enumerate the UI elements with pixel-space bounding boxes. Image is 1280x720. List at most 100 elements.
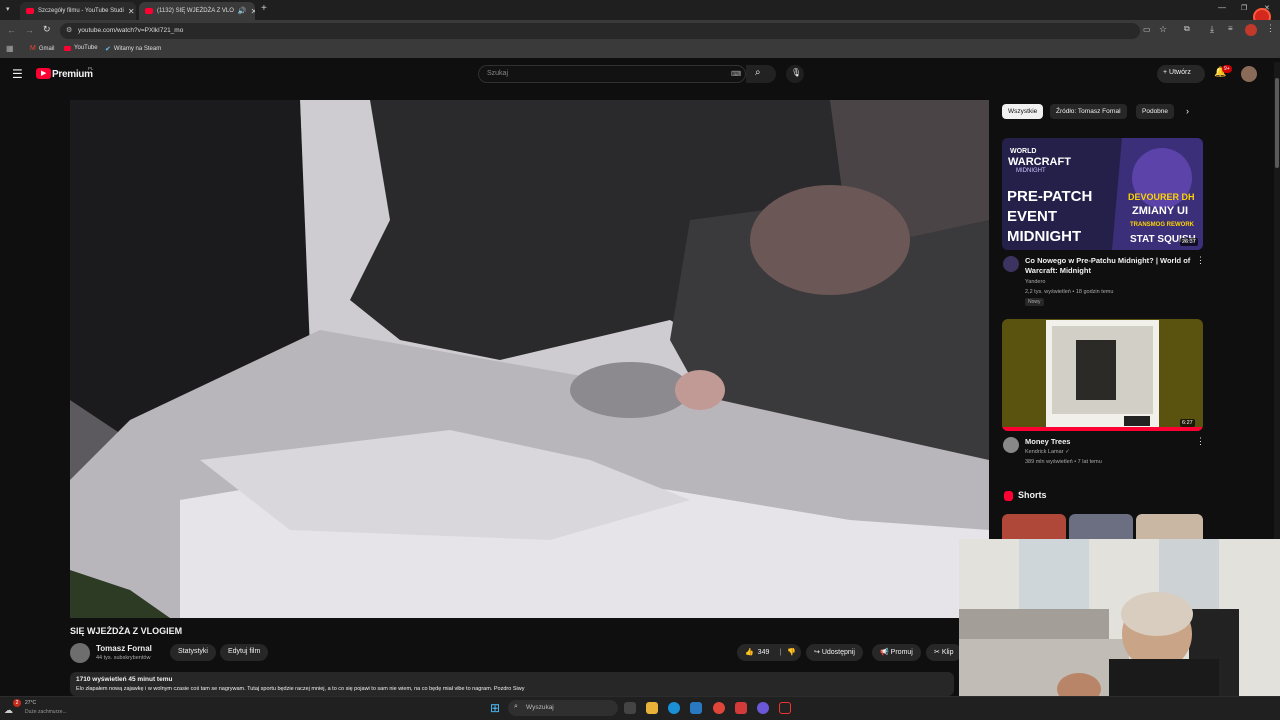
recommendation-meta: 2,2 tys. wyświetleń • 18 godzin temu bbox=[1025, 289, 1114, 295]
recommendation-channel[interactable]: Yandero bbox=[1025, 277, 1045, 287]
file-explorer-icon[interactable] bbox=[646, 702, 658, 714]
channel-avatar[interactable] bbox=[1003, 437, 1019, 453]
bookmark-label: YouTube bbox=[74, 45, 98, 51]
tab-close-icon[interactable]: ✕ bbox=[251, 7, 255, 16]
history-icon[interactable]: ≡ bbox=[1228, 24, 1233, 33]
chrome-icon[interactable] bbox=[713, 702, 725, 714]
recommendation-title[interactable]: Co Nowego w Pre-Patchu Midnight? | World… bbox=[1025, 256, 1193, 276]
bookmark-gmail[interactable]: M Gmail bbox=[30, 45, 55, 52]
description-box[interactable]: 1710 wyświetleń 45 minut temu Elo złapał… bbox=[70, 672, 954, 696]
scrollbar-thumb[interactable] bbox=[1275, 78, 1279, 168]
task-view-icon[interactable] bbox=[624, 702, 636, 714]
edge-icon[interactable] bbox=[668, 702, 680, 714]
speaker-icon[interactable]: 🔊 bbox=[238, 7, 247, 15]
share-label: Udostępnij bbox=[821, 649, 855, 656]
channel-avatar[interactable] bbox=[1003, 256, 1019, 272]
more-options-icon[interactable]: ⋮ bbox=[1196, 255, 1205, 266]
tab-video[interactable]: (1132) SIĘ WJEŻDŻA Z VLO 🔊 ✕ bbox=[139, 2, 255, 20]
profile-avatar-icon[interactable] bbox=[1245, 24, 1257, 36]
recommendation-title[interactable]: Money Trees bbox=[1025, 437, 1193, 447]
apps-grid-icon[interactable]: ▦ bbox=[6, 44, 14, 53]
cast-icon[interactable]: ▭ bbox=[1143, 25, 1151, 34]
youtube-favicon-icon bbox=[26, 8, 34, 14]
edit-video-button[interactable]: Edytuj film bbox=[220, 644, 269, 661]
thumb-text-world: WORLD bbox=[1010, 148, 1037, 155]
youtube-logo-icon[interactable]: ▶ bbox=[36, 68, 51, 79]
weather-temp: 27°C bbox=[25, 700, 37, 706]
bookmark-youtube[interactable]: YouTube bbox=[64, 45, 98, 51]
new-badge: Nowy bbox=[1025, 298, 1044, 306]
discord-icon[interactable] bbox=[757, 702, 769, 714]
search-button[interactable]: ⌕ bbox=[746, 65, 776, 83]
restore-icon[interactable]: ❐ bbox=[1241, 4, 1247, 12]
youtube-icon bbox=[64, 45, 71, 51]
bookmark-star-icon[interactable]: ☆ bbox=[1159, 24, 1167, 35]
voice-search-button[interactable]: 🎙 bbox=[786, 65, 804, 83]
bookmark-label: Witamy na Steam bbox=[113, 46, 162, 52]
weather-description: Duże zachmurze... bbox=[25, 709, 67, 715]
more-options-icon[interactable]: ⋮ bbox=[1196, 436, 1205, 447]
minimize-icon[interactable]: — bbox=[1218, 3, 1226, 12]
reload-icon[interactable]: ↻ bbox=[43, 24, 51, 35]
recommendation-channel[interactable]: Kendrick Lamar ✓ bbox=[1025, 447, 1070, 457]
extensions-icon[interactable]: ⧉ bbox=[1184, 24, 1190, 34]
recommendation-thumbnail[interactable]: WORLD WARCRAFT MIDNIGHT PRE-PATCH EVENT … bbox=[1002, 138, 1203, 250]
search-input[interactable]: Szukaj ⌨ bbox=[478, 65, 746, 83]
channel-label: Kendrick Lamar bbox=[1025, 449, 1064, 455]
youtube-favicon-icon bbox=[145, 8, 153, 14]
hamburger-menu-icon[interactable]: ☰ bbox=[12, 67, 23, 81]
parental-advisory-icon bbox=[1124, 416, 1150, 426]
account-avatar[interactable] bbox=[1241, 66, 1257, 82]
weather-icon[interactable]: ☁ bbox=[4, 705, 13, 716]
recommendation-thumbnail[interactable]: 6:27 bbox=[1002, 319, 1203, 431]
thumbs-down-icon[interactable]: 👎 bbox=[787, 649, 796, 656]
channel-name[interactable]: Tomasz Fornal bbox=[96, 644, 152, 653]
tab-studio[interactable]: Szczegóły filmu - YouTube Studi ✕ bbox=[20, 2, 136, 20]
recommendation-meta: 389 mln wyświetleń • 7 lat temu bbox=[1025, 459, 1102, 465]
create-label: Utwórz bbox=[1169, 69, 1191, 76]
short-thumbnail[interactable] bbox=[1002, 514, 1066, 539]
duration-badge: 6:27 bbox=[1180, 419, 1195, 427]
app-icon[interactable] bbox=[735, 702, 747, 714]
url-text: youtube.com/watch?v=PXlkI721_mo bbox=[78, 27, 184, 34]
watched-progress-bar bbox=[1002, 427, 1203, 431]
site-info-icon[interactable]: ⚙ bbox=[66, 26, 72, 34]
browser-menu-icon[interactable]: ⋮ bbox=[1266, 23, 1275, 34]
thumbs-up-icon[interactable]: 👍 bbox=[745, 649, 754, 656]
back-icon[interactable]: ← bbox=[7, 25, 16, 35]
windows-start-icon[interactable]: ⊞ bbox=[490, 701, 500, 715]
keyboard-icon[interactable]: ⌨ bbox=[731, 70, 741, 78]
bookmarks-bar: ▦ M Gmail YouTube ✔ Witamy na Steam bbox=[0, 42, 1280, 58]
search-placeholder: Szukaj bbox=[487, 70, 509, 77]
thumb-text-prepatch: PRE-PATCH bbox=[1007, 188, 1093, 205]
video-player[interactable] bbox=[70, 100, 989, 618]
promote-label: Promuj bbox=[890, 649, 913, 656]
bookmark-steam[interactable]: ✔ Witamy na Steam bbox=[105, 45, 161, 53]
tab-search-icon[interactable]: ▾ bbox=[6, 5, 10, 13]
new-tab-button[interactable]: + bbox=[261, 3, 267, 14]
scissors-icon: ✂ bbox=[934, 649, 942, 656]
logo-text: Premium bbox=[52, 69, 93, 80]
create-button[interactable]: + Utwórz bbox=[1157, 65, 1205, 83]
store-icon[interactable] bbox=[690, 702, 702, 714]
share-icon: ↪ bbox=[814, 649, 822, 656]
clip-button[interactable]: ✂ Klip bbox=[926, 644, 962, 661]
taskbar-search[interactable]: ⌕ Wyszukaj bbox=[508, 700, 618, 716]
tab-close-icon[interactable]: ✕ bbox=[128, 7, 135, 16]
logo-country: PL bbox=[88, 66, 94, 71]
channel-avatar[interactable] bbox=[70, 643, 90, 663]
stats-button[interactable]: Statystyki bbox=[170, 644, 216, 661]
chip-source[interactable]: Źródło: Tomasz Fornal bbox=[1050, 104, 1127, 119]
album-cover-image bbox=[1046, 320, 1159, 430]
url-field[interactable]: ⚙ youtube.com/watch?v=PXlkI721_mo bbox=[60, 23, 1140, 39]
obs-icon[interactable] bbox=[779, 702, 791, 714]
share-button[interactable]: ↪ Udostępnij bbox=[806, 644, 863, 661]
chevron-right-icon[interactable]: › bbox=[1186, 106, 1189, 116]
promote-button[interactable]: 📢 Promuj bbox=[872, 644, 921, 661]
chip-related[interactable]: Podobne bbox=[1136, 104, 1175, 119]
chip-all[interactable]: Wszystkie bbox=[1002, 104, 1044, 119]
short-thumbnail[interactable] bbox=[1136, 514, 1203, 539]
forward-icon[interactable]: → bbox=[25, 25, 34, 35]
short-thumbnail[interactable] bbox=[1069, 514, 1133, 539]
download-icon[interactable]: ⤓ bbox=[1210, 24, 1214, 35]
